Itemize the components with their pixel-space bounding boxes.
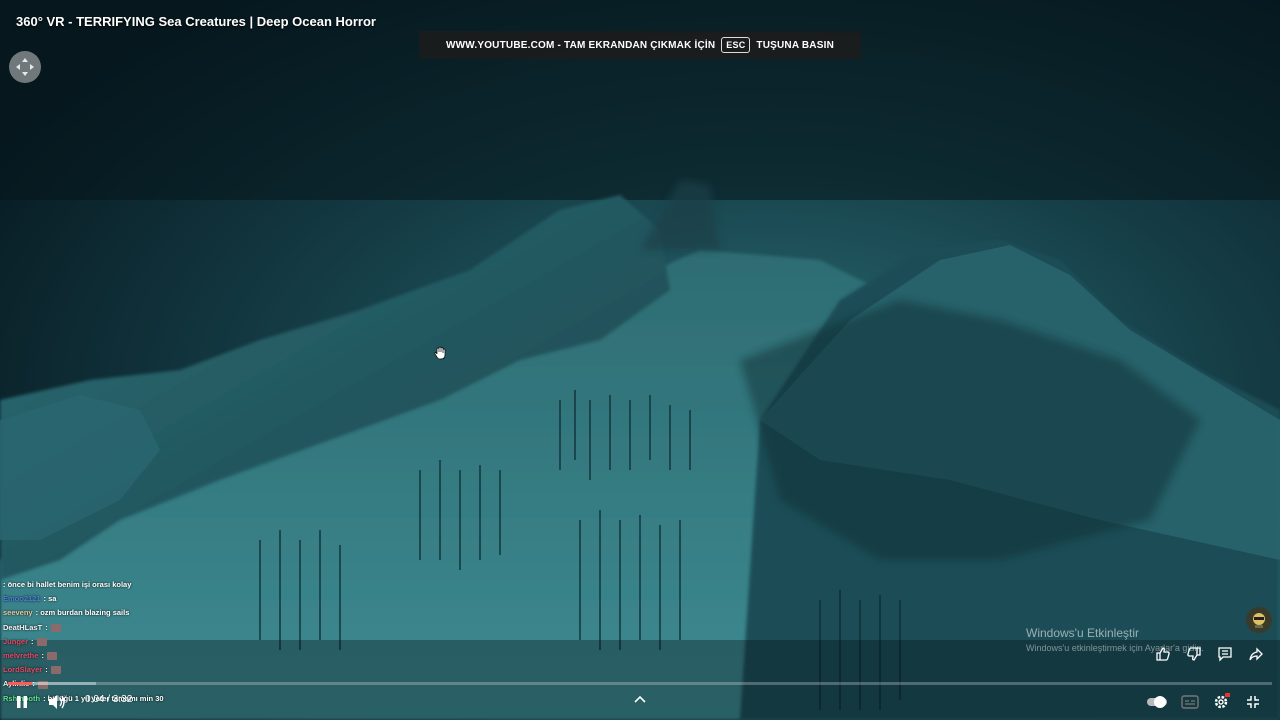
progress-bar[interactable] bbox=[8, 682, 1272, 685]
chat-text: : önce bi hallet benim işi orası kolay bbox=[3, 580, 132, 589]
chat-username[interactable]: Junger bbox=[3, 635, 28, 649]
chat-text: : bbox=[31, 636, 34, 646]
settings-icon[interactable] bbox=[1211, 692, 1231, 712]
chat-message: DeatHLasT: bbox=[3, 621, 253, 635]
chat-username[interactable]: Emoo2121 bbox=[3, 592, 41, 606]
chat-username[interactable]: LordSlayer bbox=[3, 663, 42, 677]
chat-emote-icon bbox=[36, 637, 47, 646]
vr-navigation-icon[interactable] bbox=[9, 51, 41, 83]
chat-emote-icon bbox=[50, 666, 61, 675]
chat-username[interactable]: melvrethe bbox=[3, 649, 38, 663]
progress-buffered bbox=[8, 682, 97, 685]
video-actions bbox=[1152, 644, 1267, 664]
like-icon[interactable] bbox=[1152, 644, 1174, 664]
esc-key-label: ESC bbox=[721, 37, 751, 53]
volume-icon[interactable] bbox=[47, 693, 67, 711]
chat-message: melvrethe: bbox=[3, 649, 253, 663]
banner-text-after: TUŞUNA BASIN bbox=[756, 39, 834, 51]
chat-message: seeveny: ozm burdan blazing sails bbox=[3, 606, 253, 620]
chat-text: : bbox=[41, 651, 44, 661]
chat-message: Emoo2121: sa bbox=[3, 592, 253, 606]
avatar[interactable] bbox=[1246, 607, 1272, 633]
banner-text-before: WWW.YOUTUBE.COM - TAM EKRANDAN ÇIKMAK İÇ… bbox=[445, 39, 716, 51]
comment-icon[interactable] bbox=[1214, 644, 1236, 664]
chat-emote-icon bbox=[46, 652, 57, 661]
chat-text: : bbox=[45, 665, 48, 675]
chat-message: Junger: bbox=[3, 635, 253, 649]
chat-message: LordSlayer: bbox=[3, 663, 253, 677]
chat-text: : bbox=[45, 622, 48, 632]
hand-cursor-icon bbox=[432, 345, 448, 361]
autoplay-toggle-icon[interactable] bbox=[1146, 693, 1168, 711]
fullscreen-exit-banner: WWW.YOUTUBE.COM - TAM EKRANDAN ÇIKMAK İÇ… bbox=[419, 31, 861, 59]
chat-username[interactable]: DeatHLasT bbox=[3, 621, 42, 635]
play-pause-icon[interactable] bbox=[14, 694, 30, 710]
chat-message: : önce bi hallet benim işi orası kolay bbox=[3, 578, 253, 592]
live-chat-overlay: : önce bi hallet benim işi orası kolay Em… bbox=[3, 578, 253, 706]
exit-fullscreen-icon[interactable] bbox=[1244, 693, 1262, 711]
chevron-up-icon[interactable] bbox=[632, 692, 648, 711]
chat-username[interactable]: seeveny bbox=[3, 606, 33, 620]
share-icon[interactable] bbox=[1245, 644, 1267, 664]
watermark-title: Windows'u Etkinleştir bbox=[1026, 626, 1139, 640]
chat-text: : sa bbox=[43, 594, 57, 604]
dislike-icon[interactable] bbox=[1183, 644, 1205, 664]
time-display: 0:04 / 3:32 bbox=[85, 694, 133, 705]
chat-emote-icon bbox=[50, 623, 61, 632]
video-title[interactable]: 360° VR - TERRIFYING Sea Creatures | Dee… bbox=[16, 14, 376, 29]
player-controls: 0:04 / 3:32 bbox=[0, 688, 1280, 720]
chat-text: : ozm burdan blazing sails bbox=[35, 608, 130, 618]
subtitles-icon[interactable] bbox=[1180, 693, 1200, 711]
